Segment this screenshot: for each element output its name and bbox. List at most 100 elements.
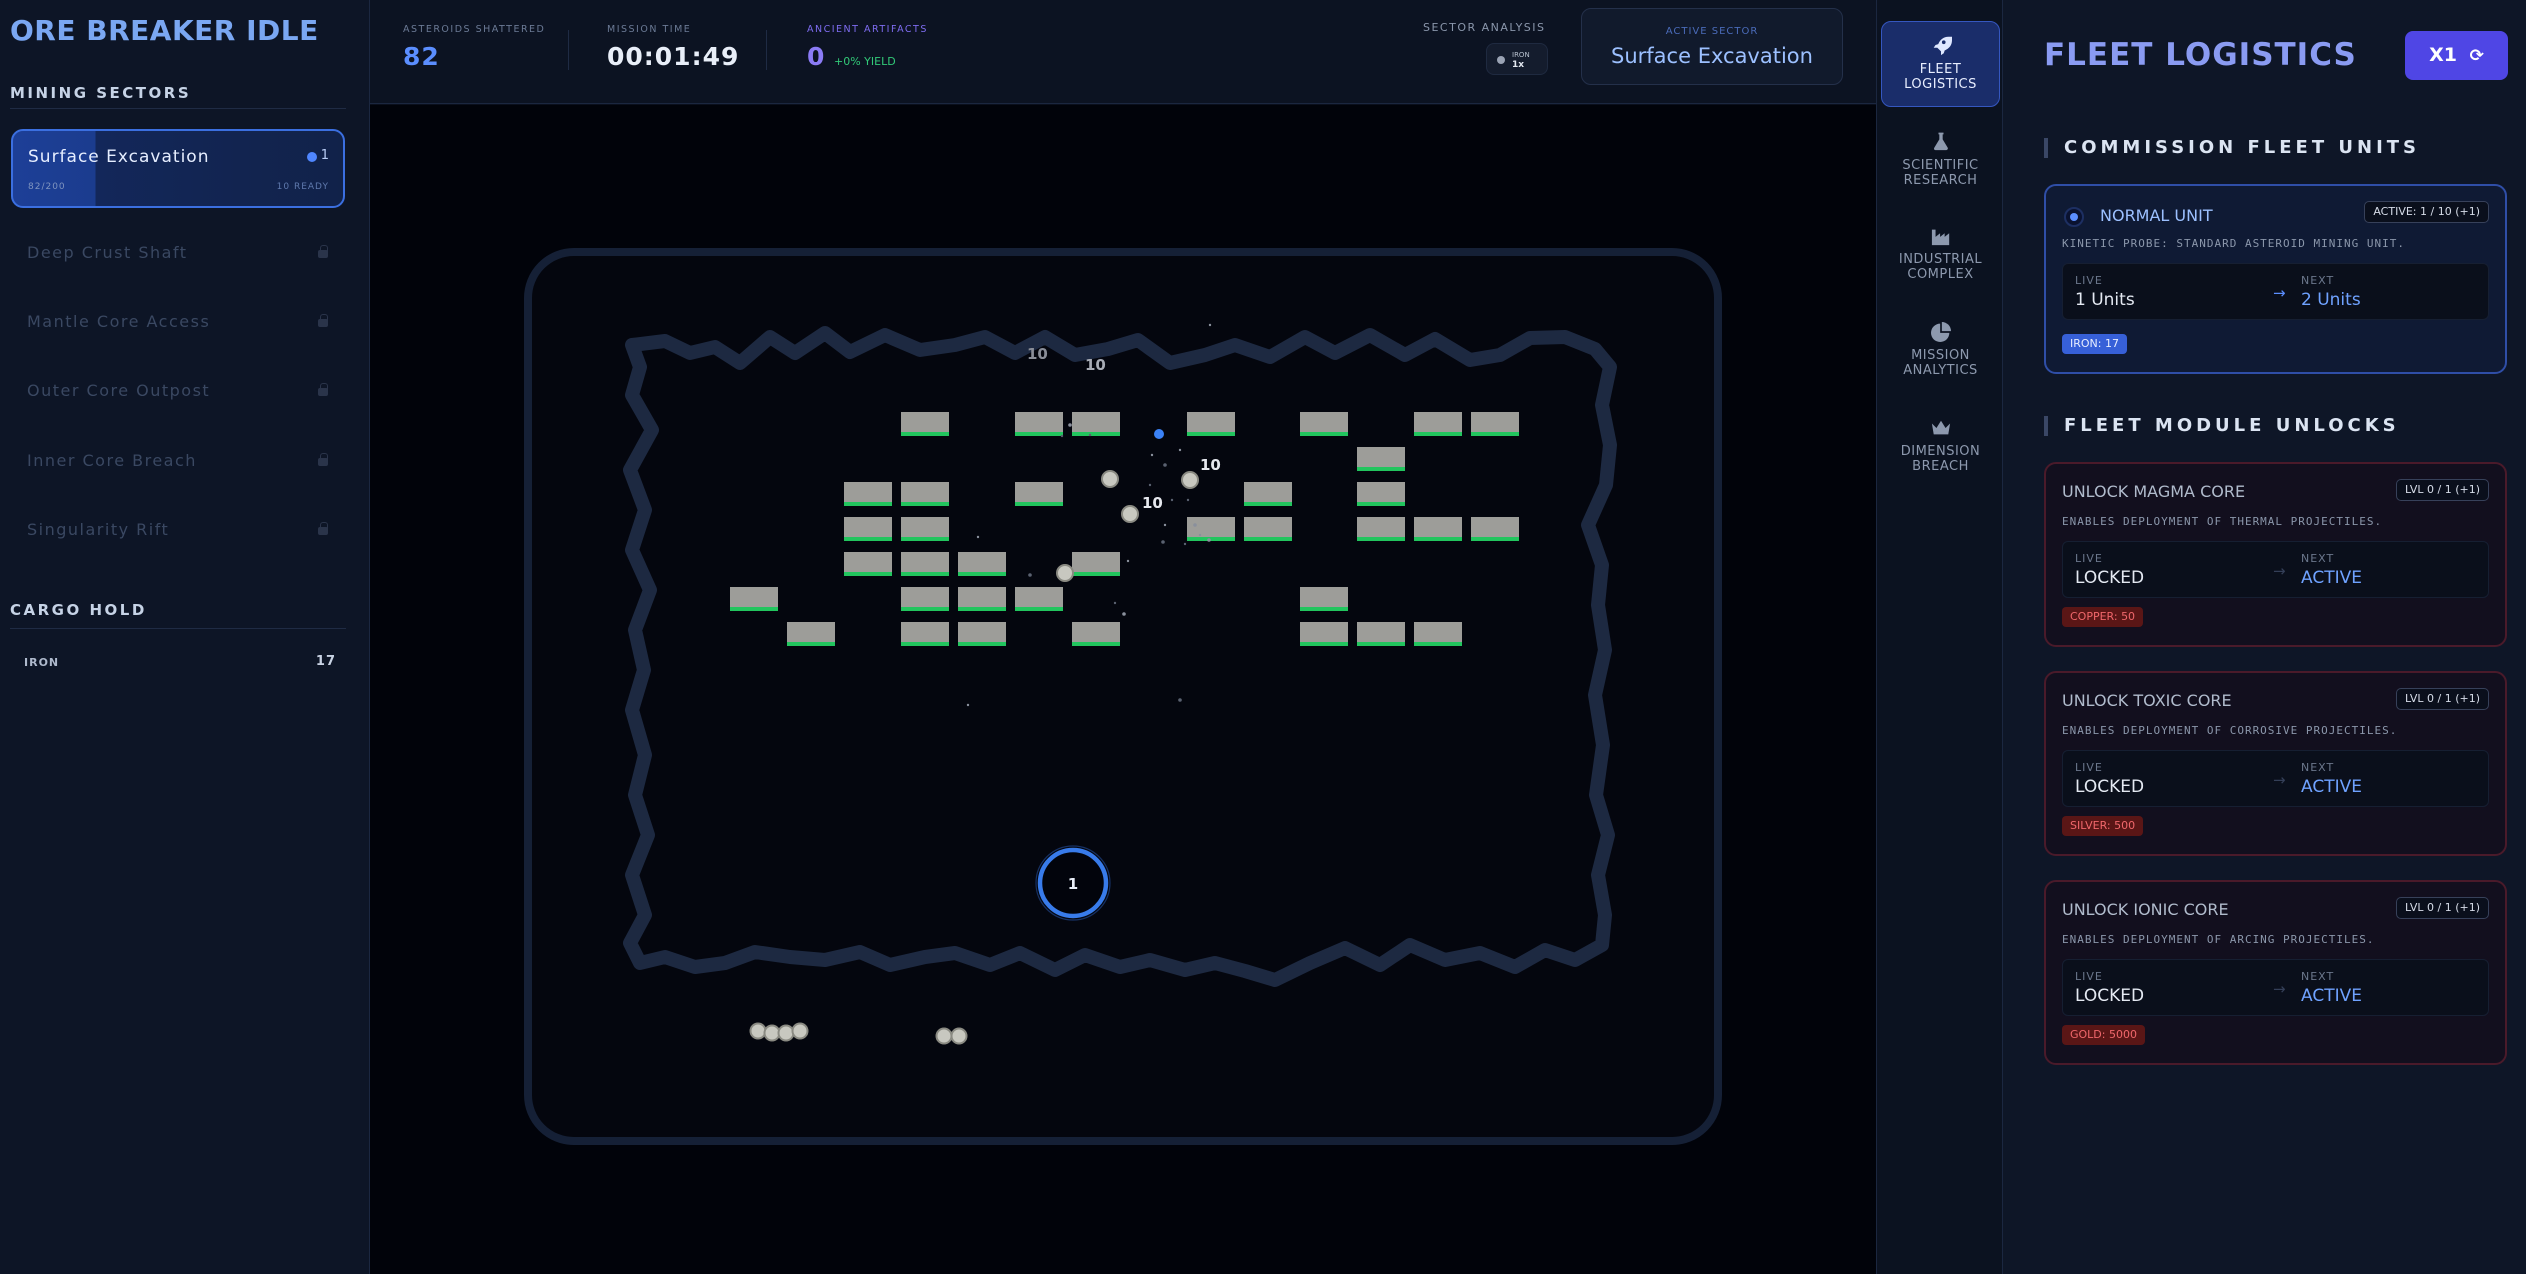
- unit-dot-icon: [307, 152, 317, 162]
- live-value: LOCKED: [2075, 986, 2145, 1006]
- next-value: ACTIVE: [2301, 986, 2362, 1006]
- lock-icon: [318, 314, 328, 327]
- sector-item-singularity-rift[interactable]: Singularity Rift: [27, 520, 169, 539]
- module-card-toxic[interactable]: UNLOCK TOXIC CORE LVL 0 / 1 (+1) ENABLES…: [2044, 671, 2507, 856]
- ball: [791, 1022, 809, 1040]
- nav-label: COMPLEX: [1907, 267, 1974, 282]
- brick: [901, 482, 949, 502]
- brick: [901, 622, 949, 642]
- brick: [901, 552, 949, 572]
- ball: [1101, 470, 1119, 488]
- nav-industrial-complex[interactable]: INDUSTRIAL COMPLEX: [1881, 226, 2000, 282]
- ball: [935, 1027, 953, 1045]
- ball: [777, 1024, 795, 1042]
- debris-particle: [1161, 540, 1165, 544]
- module-card-magma[interactable]: UNLOCK MAGMA CORE LVL 0 / 1 (+1) ENABLES…: [2044, 462, 2507, 647]
- brick: [1244, 482, 1292, 502]
- ball: [763, 1024, 781, 1042]
- next-label: NEXT: [2301, 274, 2335, 287]
- module-name: UNLOCK MAGMA CORE: [2062, 482, 2246, 501]
- sector-unit-count: 1: [320, 148, 329, 163]
- game-canvas[interactable]: 10 10 10 10 1: [370, 105, 1876, 1274]
- brick-health-bar: [1072, 642, 1120, 646]
- unit-stats: LIVE 1 Units → NEXT 2 Units: [2062, 263, 2489, 320]
- brick-health-bar: [844, 502, 892, 506]
- brick-health-bar: [901, 607, 949, 611]
- sector-item-inner-core-breach[interactable]: Inner Core Breach: [27, 451, 197, 470]
- nav-label: BREACH: [1912, 459, 1969, 474]
- nav-mission-analytics[interactable]: MISSION ANALYTICS: [1881, 322, 2000, 378]
- arrow-right-icon: →: [2273, 980, 2286, 998]
- brick-health-bar: [1300, 432, 1348, 436]
- mission-time-label: MISSION TIME: [607, 24, 692, 35]
- lock-icon: [318, 245, 328, 258]
- sector-progress: 82/200: [28, 182, 66, 192]
- sector-analysis-chip[interactable]: IRON 1x: [1486, 43, 1548, 75]
- unit-badge: ACTIVE: 1 / 10 (+1): [2364, 201, 2489, 223]
- left-sidebar: ORE BREAKER IDLE MINING SECTORS Surface …: [0, 0, 370, 1274]
- next-value: ACTIVE: [2301, 777, 2362, 797]
- flask-icon: [1933, 132, 1948, 151]
- debris-particle: [1198, 533, 1202, 537]
- lock-icon: [318, 453, 328, 466]
- damage-number: 10: [1142, 494, 1163, 512]
- module-desc: ENABLES DEPLOYMENT OF THERMAL PROJECTILE…: [2062, 515, 2383, 528]
- debris-particle: [1126, 559, 1130, 563]
- cargo-name: IRON: [24, 656, 60, 669]
- cargo-hold-title: CARGO HOLD: [10, 601, 147, 619]
- live-value: LOCKED: [2075, 568, 2145, 588]
- arena-frame: [524, 248, 1722, 1145]
- brick: [1244, 517, 1292, 537]
- ball: [1121, 505, 1139, 523]
- sector-item-surface-excavation[interactable]: Surface Excavation 1 82/200 10 READY: [11, 129, 345, 208]
- sector-item-outer-core-outpost[interactable]: Outer Core Outpost: [27, 381, 210, 400]
- debris-particle: [1163, 523, 1167, 527]
- sector-item-mantle-core-access[interactable]: Mantle Core Access: [27, 312, 210, 331]
- module-card-ionic[interactable]: UNLOCK IONIC CORE LVL 0 / 1 (+1) ENABLES…: [2044, 880, 2507, 1065]
- brick-health-bar: [1414, 432, 1462, 436]
- brick: [901, 517, 949, 537]
- brick: [1187, 517, 1235, 537]
- lock-icon: [318, 522, 328, 535]
- brick: [958, 622, 1006, 642]
- nav-label: RESEARCH: [1903, 173, 1978, 188]
- debris-particle: [1163, 463, 1167, 467]
- module-badge: LVL 0 / 1 (+1): [2395, 479, 2489, 501]
- brick-health-bar: [901, 432, 949, 436]
- nav-label: DIMENSION: [1900, 444, 1981, 459]
- artifacts-label: ANCIENT ARTIFACTS: [807, 24, 928, 35]
- brick: [1072, 552, 1120, 572]
- nav-dimension-breach[interactable]: DIMENSION BREACH: [1881, 418, 2000, 474]
- artifacts-value: 0: [807, 42, 826, 71]
- brick-health-bar: [1471, 432, 1519, 436]
- nav-label: LOGISTICS: [1904, 77, 1977, 92]
- brick-health-bar: [1072, 572, 1120, 576]
- buy-multiplier-button[interactable]: X1 ⟳: [2405, 31, 2508, 80]
- ball: [1056, 564, 1074, 582]
- launcher-count: 1: [1068, 875, 1078, 893]
- live-value: LOCKED: [2075, 777, 2145, 797]
- lock-icon: [318, 383, 328, 396]
- brick-health-bar: [844, 537, 892, 541]
- asteroids-value: 82: [403, 42, 440, 71]
- next-label: NEXT: [2301, 552, 2335, 565]
- module-cost: SILVER: 500: [2062, 816, 2144, 836]
- brick: [1300, 587, 1348, 607]
- next-label: NEXT: [2301, 970, 2335, 983]
- app-root: ORE BREAKER IDLE MINING SECTORS Surface …: [0, 0, 2526, 1274]
- divider: [10, 628, 346, 629]
- unit-desc: KINETIC PROBE: STANDARD ASTEROID MINING …: [2062, 237, 2406, 250]
- active-sector-box: ACTIVE SECTOR Surface Excavation: [1581, 8, 1843, 85]
- brick: [1357, 622, 1405, 642]
- sector-item-deep-crust-shaft[interactable]: Deep Crust Shaft: [27, 243, 188, 262]
- divider: [766, 30, 767, 70]
- debris-particle: [1193, 523, 1197, 527]
- unit-card-normal[interactable]: NORMAL UNIT ACTIVE: 1 / 10 (+1) KINETIC …: [2044, 184, 2507, 374]
- brick-health-bar: [901, 537, 949, 541]
- brick: [1015, 412, 1063, 432]
- nav-scientific-research[interactable]: SCIENTIFIC RESEARCH: [1881, 130, 2000, 188]
- unit-cost: IRON: 17: [2062, 334, 2127, 354]
- game-viewport[interactable]: 10 10 10 10 1: [370, 105, 1876, 1274]
- nav-fleet-logistics[interactable]: FLEET LOGISTICS: [1881, 21, 2000, 107]
- brick-health-bar: [1015, 502, 1063, 506]
